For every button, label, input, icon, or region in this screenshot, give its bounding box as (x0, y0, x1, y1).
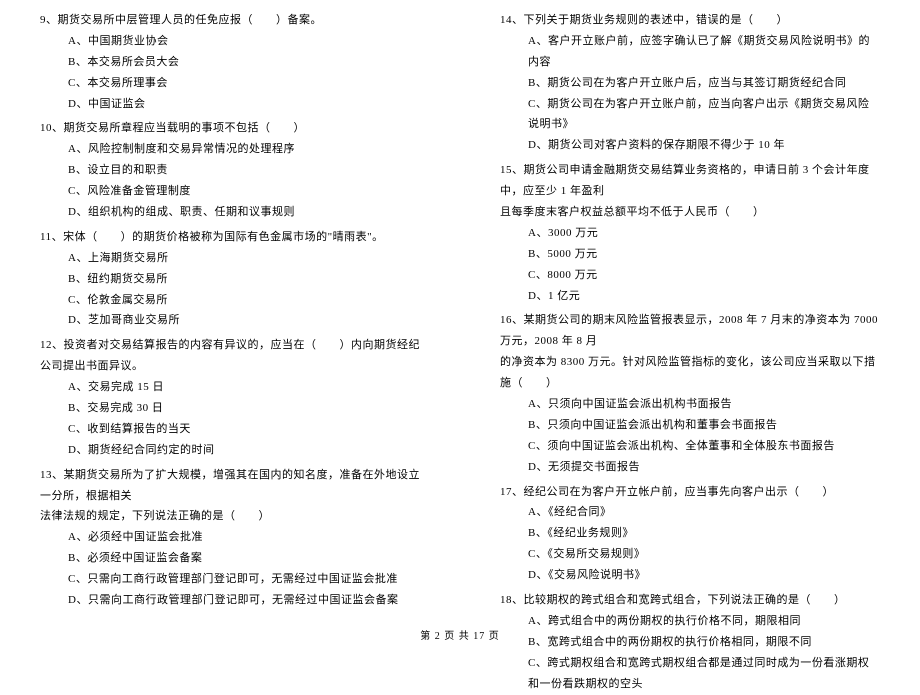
q14-opt-c: C、期货公司在为客户开立账户前，应当向客户出示《期货交易风险说明书》 (528, 94, 880, 136)
q15-text: 15、期货公司申请金融期货交易结算业务资格的，申请日前 3 个会计年度中，应至少… (500, 160, 880, 202)
q12-opt-a: A、交易完成 15 日 (68, 377, 420, 398)
q16-opt-d: D、无须提交书面报告 (528, 457, 880, 478)
q13-opt-b: B、必须经中国证监会备案 (68, 548, 420, 569)
q10-opt-a: A、风险控制制度和交易异常情况的处理程序 (68, 139, 420, 160)
q12-text: 12、投资者对交易结算报告的内容有异议的，应当在（ ）内向期货经纪公司提出书面异… (40, 335, 420, 377)
right-column: 14、下列关于期货业务规则的表述中，错误的是（ ） A、客户开立账户前，应签字确… (460, 10, 920, 620)
q12-opt-d: D、期货经纪合同约定的时间 (68, 440, 420, 461)
q16-opt-a: A、只须向中国证监会派出机构书面报告 (528, 394, 880, 415)
q17-options: A、《经纪合同》 B、《经纪业务规则》 C、《交易所交易规则》 D、《交易风险说… (500, 502, 880, 586)
q10-opt-b: B、设立目的和职责 (68, 160, 420, 181)
q14-text: 14、下列关于期货业务规则的表述中，错误的是（ ） (500, 10, 880, 31)
question-18: 18、比较期权的跨式组合和宽跨式组合，下列说法正确的是（ ） A、跨式组合中的两… (500, 590, 880, 694)
q18-text: 18、比较期权的跨式组合和宽跨式组合，下列说法正确的是（ ） (500, 590, 880, 611)
left-column: 9、期货交易所中层管理人员的任免应报（ ）备案。 A、中国期货业协会 B、本交易… (0, 10, 460, 620)
q11-opt-b: B、纽约期货交易所 (68, 269, 420, 290)
question-12: 12、投资者对交易结算报告的内容有异议的，应当在（ ）内向期货经纪公司提出书面异… (40, 335, 420, 460)
q9-options: A、中国期货业协会 B、本交易所会员大会 C、本交易所理事会 D、中国证监会 (40, 31, 420, 115)
q13-text: 13、某期货交易所为了扩大规模，增强其在国内的知名度，准备在外地设立一分所，根据… (40, 465, 420, 507)
q16-opt-c: C、须向中国证监会派出机构、全体董事和全体股东书面报告 (528, 436, 880, 457)
q10-options: A、风险控制制度和交易异常情况的处理程序 B、设立目的和职责 C、风险准备金管理… (40, 139, 420, 223)
q14-options: A、客户开立账户前，应签字确认已了解《期货交易风险说明书》的内容 B、期货公司在… (500, 31, 880, 156)
q11-opt-a: A、上海期货交易所 (68, 248, 420, 269)
q12-opt-c: C、收到结算报告的当天 (68, 419, 420, 440)
q9-opt-d: D、中国证监会 (68, 94, 420, 115)
q13-options: A、必须经中国证监会批准 B、必须经中国证监会备案 C、只需向工商行政管理部门登… (40, 527, 420, 611)
q14-opt-a: A、客户开立账户前，应签字确认已了解《期货交易风险说明书》的内容 (528, 31, 880, 73)
question-9: 9、期货交易所中层管理人员的任免应报（ ）备案。 A、中国期货业协会 B、本交易… (40, 10, 420, 114)
q13-opt-a: A、必须经中国证监会批准 (68, 527, 420, 548)
q12-opt-b: B、交易完成 30 日 (68, 398, 420, 419)
q13-cont: 法律法规的规定，下列说法正确的是（ ） (40, 506, 420, 527)
q11-opt-c: C、伦敦金属交易所 (68, 290, 420, 311)
q16-cont: 的净资本为 8300 万元。针对风险监管指标的变化，该公司应当采取以下措施（ ） (500, 352, 880, 394)
q11-options: A、上海期货交易所 B、纽约期货交易所 C、伦敦金属交易所 D、芝加哥商业交易所 (40, 248, 420, 332)
q12-options: A、交易完成 15 日 B、交易完成 30 日 C、收到结算报告的当天 D、期货… (40, 377, 420, 461)
q17-opt-d: D、《交易风险说明书》 (528, 565, 880, 586)
question-13: 13、某期货交易所为了扩大规模，增强其在国内的知名度，准备在外地设立一分所，根据… (40, 465, 420, 611)
question-16: 16、某期货公司的期末风险监管报表显示，2008 年 7 月末的净资本为 700… (500, 310, 880, 477)
q11-text: 11、宋体（ ）的期货价格被称为国际有色金属市场的"晴雨表"。 (40, 227, 420, 248)
question-15: 15、期货公司申请金融期货交易结算业务资格的，申请日前 3 个会计年度中，应至少… (500, 160, 880, 306)
question-14: 14、下列关于期货业务规则的表述中，错误的是（ ） A、客户开立账户前，应签字确… (500, 10, 880, 156)
q9-opt-a: A、中国期货业协会 (68, 31, 420, 52)
q15-cont: 且每季度末客户权益总额平均不低于人民币（ ） (500, 202, 880, 223)
q18-opt-c: C、跨式期权组合和宽跨式期权组合都是通过同时成为一份看涨期权和一份看跌期权的空头 (528, 653, 880, 695)
q9-opt-b: B、本交易所会员大会 (68, 52, 420, 73)
page-container: 9、期货交易所中层管理人员的任免应报（ ）备案。 A、中国期货业协会 B、本交易… (0, 10, 920, 620)
q10-text: 10、期货交易所章程应当载明的事项不包括（ ） (40, 118, 420, 139)
q14-opt-d: D、期货公司对客户资料的保存期限不得少于 10 年 (528, 135, 880, 156)
q17-opt-c: C、《交易所交易规则》 (528, 544, 880, 565)
q15-opt-c: C、8000 万元 (528, 265, 880, 286)
page-footer: 第 2 页 共 17 页 (0, 627, 920, 642)
q10-opt-c: C、风险准备金管理制度 (68, 181, 420, 202)
q16-opt-b: B、只须向中国证监会派出机构和董事会书面报告 (528, 415, 880, 436)
q17-opt-a: A、《经纪合同》 (528, 502, 880, 523)
question-11: 11、宋体（ ）的期货价格被称为国际有色金属市场的"晴雨表"。 A、上海期货交易… (40, 227, 420, 331)
q15-opt-b: B、5000 万元 (528, 244, 880, 265)
q15-options: A、3000 万元 B、5000 万元 C、8000 万元 D、1 亿元 (500, 223, 880, 307)
q15-opt-a: A、3000 万元 (528, 223, 880, 244)
q13-opt-c: C、只需向工商行政管理部门登记即可，无需经过中国证监会批准 (68, 569, 420, 590)
q9-opt-c: C、本交易所理事会 (68, 73, 420, 94)
q16-options: A、只须向中国证监会派出机构书面报告 B、只须向中国证监会派出机构和董事会书面报… (500, 394, 880, 478)
q10-opt-d: D、组织机构的组成、职责、任期和议事规则 (68, 202, 420, 223)
q9-text: 9、期货交易所中层管理人员的任免应报（ ）备案。 (40, 10, 420, 31)
q18-options: A、跨式组合中的两份期权的执行价格不同，期限相同 B、宽跨式组合中的两份期权的执… (500, 611, 880, 695)
question-17: 17、经纪公司在为客户开立帐户前，应当事先向客户出示（ ） A、《经纪合同》 B… (500, 482, 880, 586)
q17-opt-b: B、《经纪业务规则》 (528, 523, 880, 544)
q17-text: 17、经纪公司在为客户开立帐户前，应当事先向客户出示（ ） (500, 482, 880, 503)
q13-opt-d: D、只需向工商行政管理部门登记即可，无需经过中国证监会备案 (68, 590, 420, 611)
q14-opt-b: B、期货公司在为客户开立账户后，应当与其签订期货经纪合同 (528, 73, 880, 94)
q15-opt-d: D、1 亿元 (528, 286, 880, 307)
question-10: 10、期货交易所章程应当载明的事项不包括（ ） A、风险控制制度和交易异常情况的… (40, 118, 420, 222)
q11-opt-d: D、芝加哥商业交易所 (68, 310, 420, 331)
q16-text: 16、某期货公司的期末风险监管报表显示，2008 年 7 月末的净资本为 700… (500, 310, 880, 352)
